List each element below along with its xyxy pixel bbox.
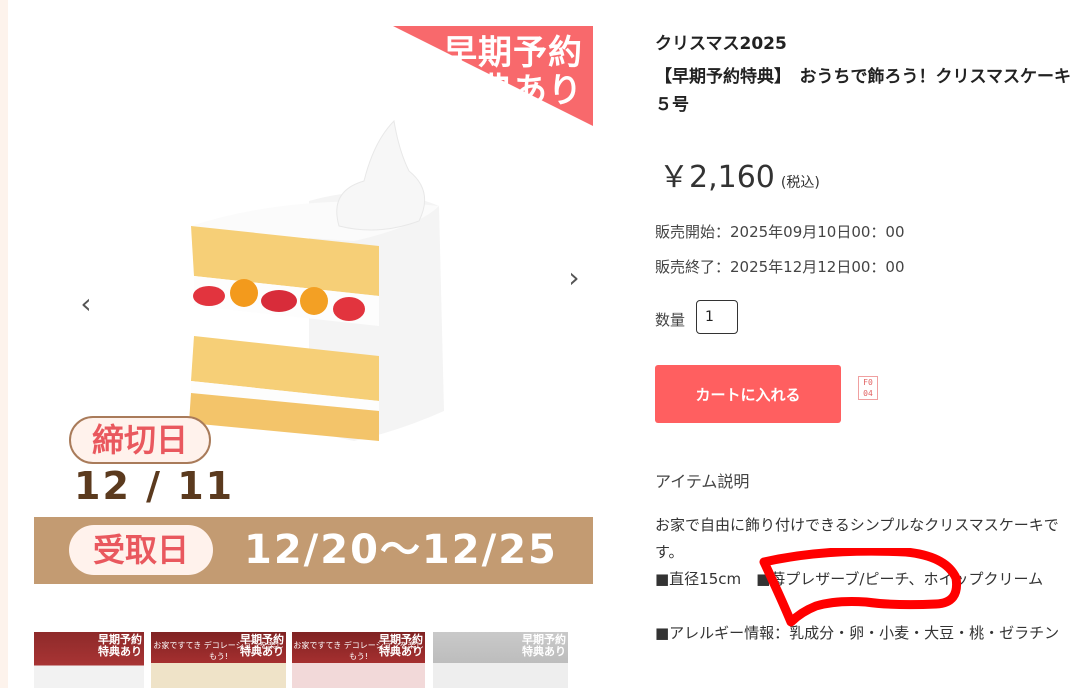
thumbnail-1[interactable]: 早期予約 特典あり xyxy=(34,632,144,688)
pickup-banner: 受取日 12/20〜12/25 xyxy=(34,517,593,584)
product-main-image: 早期予約 特典あり ‹ 締切日 12 / 11 受取日 12/20〜12/25 xyxy=(34,26,593,584)
product-price: ￥2,160 xyxy=(659,160,775,195)
deadline-date: 12 / 11 xyxy=(74,464,235,508)
thumbnail-tag: 早期予約 特典あり xyxy=(522,633,566,658)
description-body: お家で自由に飾り付けできるシンプルなクリスマスケーキです。 ■直径15cm ■苺… xyxy=(655,512,1075,647)
thumbnail-2[interactable]: お家ですてき デコレーションを楽しもう! 早期予約 特典あり xyxy=(151,632,286,688)
page-left-strip xyxy=(0,0,8,688)
quantity-label: 数量 xyxy=(655,311,686,329)
quantity-input[interactable] xyxy=(696,300,738,334)
allergy-info: ■アレルギー情報：乳成分・卵・小麦・大豆・桃・ゼラチン xyxy=(655,624,1060,642)
product-category: クリスマス2025 xyxy=(655,34,787,54)
thumbnail-3[interactable]: お家ですてき デコレーションを楽しもう! 早期予約 特典あり xyxy=(292,632,425,688)
product-title: 【早期予約特典】 おうちで飾ろう！クリスマスケーキ５号 xyxy=(655,67,1071,115)
price-row: ￥2,160 (税込) xyxy=(659,152,820,196)
early-booking-badge: 早期予約 特典あり xyxy=(433,34,583,110)
badge-line-2: 特典あり xyxy=(443,71,583,111)
next-image-arrow[interactable]: › xyxy=(560,258,588,298)
sale-start-date: 販売開始：2025年09月10日00：00 xyxy=(655,223,905,241)
badge-line-1: 早期予約 xyxy=(443,33,583,73)
prev-image-arrow[interactable]: ‹ xyxy=(72,284,100,324)
cake-slice-illustration xyxy=(189,119,444,441)
font-check-icon: F0 04 xyxy=(858,376,878,400)
thumbnail-tag: 早期予約 特典あり xyxy=(240,633,284,658)
description-line: お家で自由に飾り付けできるシンプルなクリスマスケーキです。 xyxy=(655,516,1059,561)
thumbnail-4[interactable]: 早期予約 特典あり xyxy=(433,632,568,688)
tax-note: (税込) xyxy=(780,175,820,191)
add-to-cart-button[interactable]: カートに入れる xyxy=(655,365,841,423)
pickup-date-range: 12/20〜12/25 xyxy=(244,527,558,573)
thumbnail-tag: 早期予約 特典あり xyxy=(98,633,142,658)
deadline-label: 締切日 xyxy=(69,416,211,464)
sale-end-date: 販売終了：2025年12月12日00：00 xyxy=(655,258,905,276)
description-heading: アイテム説明 xyxy=(655,472,750,491)
thumbnail-tag: 早期予約 特典あり xyxy=(379,633,423,658)
description-specs: ■直径15cm ■苺プレザーブ/ピーチ、ホイップクリーム xyxy=(655,570,1044,588)
pickup-label: 受取日 xyxy=(69,525,213,575)
